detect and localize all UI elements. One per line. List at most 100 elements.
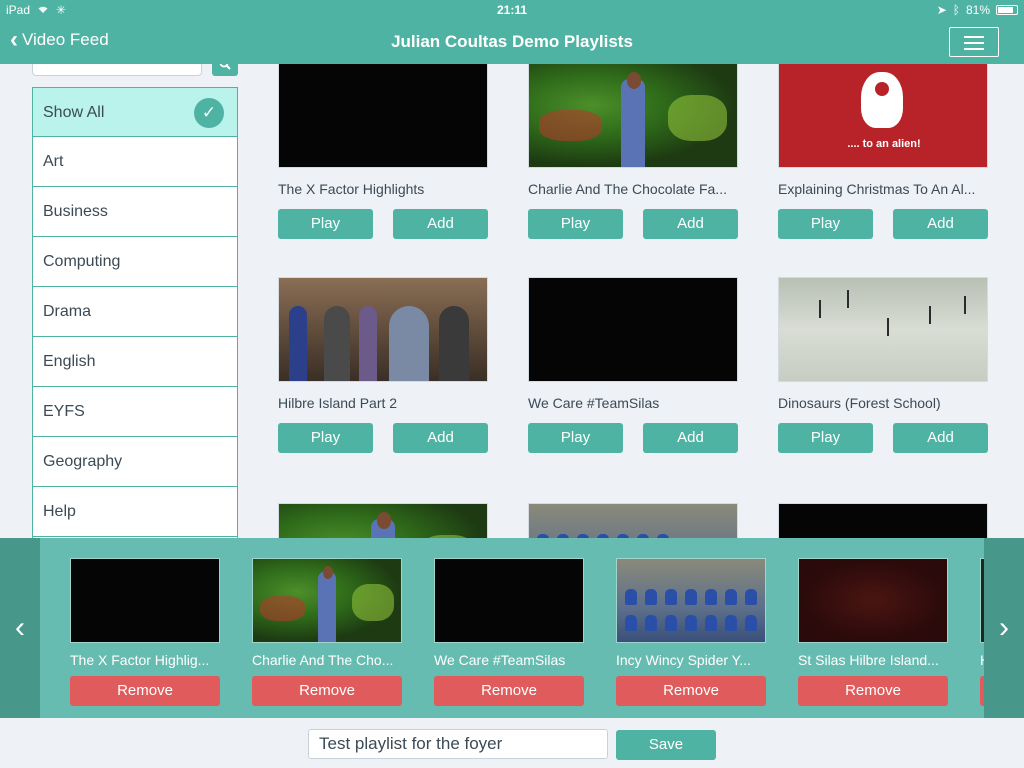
video-thumbnail-frame[interactable] [278, 64, 488, 168]
thumb-shape [260, 596, 305, 622]
video-card: Dinosaurs (Forest School) Play Add [778, 277, 988, 453]
alien-icon [861, 72, 903, 128]
location-icon: ➤ [936, 3, 947, 17]
video-thumbnail-frame[interactable] [528, 503, 738, 538]
remove-button[interactable]: Remove [252, 676, 402, 706]
video-card: The X Factor Highlights Play Add [278, 64, 488, 239]
category-item[interactable]: Geography [32, 437, 238, 487]
tree-icon [929, 306, 931, 324]
add-button[interactable]: Add [393, 209, 488, 239]
bluetooth-icon: ᛒ [952, 3, 960, 17]
hamburger-menu-button[interactable] [949, 27, 999, 57]
category-sidebar: Show All ✓ Art Business Computing Drama Englis… [32, 64, 238, 538]
thumb-shape [352, 583, 394, 622]
thumb-shape [745, 615, 757, 631]
search-input[interactable] [32, 64, 202, 76]
playlist-thumbnail-frame[interactable] [70, 558, 220, 643]
category-item[interactable]: Business [32, 187, 238, 237]
category-label: Art [43, 153, 64, 170]
category-label: English [43, 353, 96, 370]
category-item[interactable]: Drama [32, 287, 238, 337]
playlist-thumbnail-frame[interactable] [252, 558, 402, 643]
playlist-name-input[interactable] [308, 729, 608, 759]
video-actions: Play Add [778, 209, 988, 239]
playlist-item-title: We Care #TeamSilas [434, 652, 566, 668]
thumb-shape [289, 306, 307, 381]
category-label: Show All [43, 104, 105, 121]
play-button[interactable]: Play [528, 423, 623, 453]
remove-button[interactable]: Remove [798, 676, 948, 706]
playlist-thumbnail-frame[interactable] [798, 558, 948, 643]
tree-icon [887, 318, 889, 336]
search-button[interactable] [212, 64, 238, 76]
video-grid: The X Factor Highlights Play Add Charlie An… [278, 64, 998, 538]
remove-button[interactable]: Remove [70, 676, 220, 706]
playlist-tray: ‹ The X Factor Highlig... Remove Charlie A… [0, 538, 1024, 718]
play-button[interactable]: Play [778, 209, 873, 239]
category-item[interactable]: English [32, 337, 238, 387]
play-button[interactable]: Play [278, 209, 373, 239]
video-thumbnail [71, 559, 219, 642]
thumb-shape [439, 306, 469, 381]
category-item[interactable]: EYFS [32, 387, 238, 437]
thumb-shape [645, 615, 657, 631]
play-button[interactable]: Play [778, 423, 873, 453]
playlist-item: Charlie And The Cho... Remove [252, 558, 402, 706]
video-thumbnail-frame[interactable] [278, 503, 488, 538]
add-button[interactable]: Add [893, 209, 988, 239]
play-button[interactable]: Play [278, 423, 373, 453]
add-button[interactable]: Add [893, 423, 988, 453]
video-thumbnail: .... to an alien! [779, 64, 987, 167]
video-thumbnail-frame[interactable] [778, 277, 988, 382]
video-thumbnail-frame[interactable] [528, 64, 738, 168]
thumb-shape [875, 82, 889, 96]
video-card: Incy Wincy Spider Y...PlayAdd [528, 503, 738, 538]
category-item[interactable]: Computing [32, 237, 238, 287]
save-button[interactable]: Save [616, 730, 716, 760]
playlist-thumbnail-frame[interactable] [616, 558, 766, 643]
category-item[interactable]: Art [32, 137, 238, 187]
category-item[interactable]: Help [32, 487, 238, 537]
thumb-shape [668, 94, 727, 142]
video-thumbnail-frame[interactable] [778, 503, 988, 538]
scroll-left-button[interactable]: ‹ [0, 538, 40, 718]
video-thumbnail [799, 559, 947, 642]
battery-percent: 81% [965, 3, 990, 17]
tree-icon [819, 300, 821, 318]
video-card: Charlie And The Chocolate Fa... Play Add [528, 64, 738, 239]
thumb-shape [324, 306, 350, 381]
thumb-shape [725, 589, 737, 605]
thumb-caption: .... to an alien! [847, 138, 921, 150]
thumb-shape [645, 589, 657, 605]
page-title: Julian Coultas Demo Playlists [391, 32, 633, 51]
video-thumbnail-frame[interactable]: .... to an alien! [778, 64, 988, 168]
category-item[interactable]: Show All ✓ [32, 87, 238, 137]
play-button[interactable]: Play [528, 209, 623, 239]
footer: Save [0, 718, 1024, 768]
playlist-item-title: The X Factor Highlig... [70, 652, 210, 668]
video-thumbnail-frame[interactable] [528, 277, 738, 382]
remove-button[interactable]: Remove [616, 676, 766, 706]
thumb-shape [376, 512, 392, 529]
add-button[interactable]: Add [643, 209, 738, 239]
remove-button[interactable]: Remove [434, 676, 584, 706]
video-thumbnail [529, 504, 737, 538]
status-bar: iPad ✳ 21:11 ➤ ᛒ 81% [0, 0, 1024, 20]
thumb-shape [626, 72, 642, 89]
scroll-right-button[interactable]: › [984, 538, 1024, 718]
thumb-shape [625, 589, 637, 605]
category-label: Business [43, 203, 108, 220]
add-button[interactable]: Add [393, 423, 488, 453]
video-thumbnail-frame[interactable] [278, 277, 488, 382]
category-label: Help [43, 503, 76, 520]
playlist-thumbnail-frame[interactable] [434, 558, 584, 643]
video-actions: Play Add [778, 423, 988, 453]
playlist-item-title: Charlie And The Cho... [252, 652, 394, 668]
add-button[interactable]: Add [643, 423, 738, 453]
thumb-shape [705, 615, 717, 631]
video-thumbnail [435, 559, 583, 642]
clock: 21:11 [496, 3, 528, 17]
search-row [32, 64, 238, 88]
video-title: We Care #TeamSilas [528, 395, 660, 411]
thumb-shape [359, 306, 377, 381]
